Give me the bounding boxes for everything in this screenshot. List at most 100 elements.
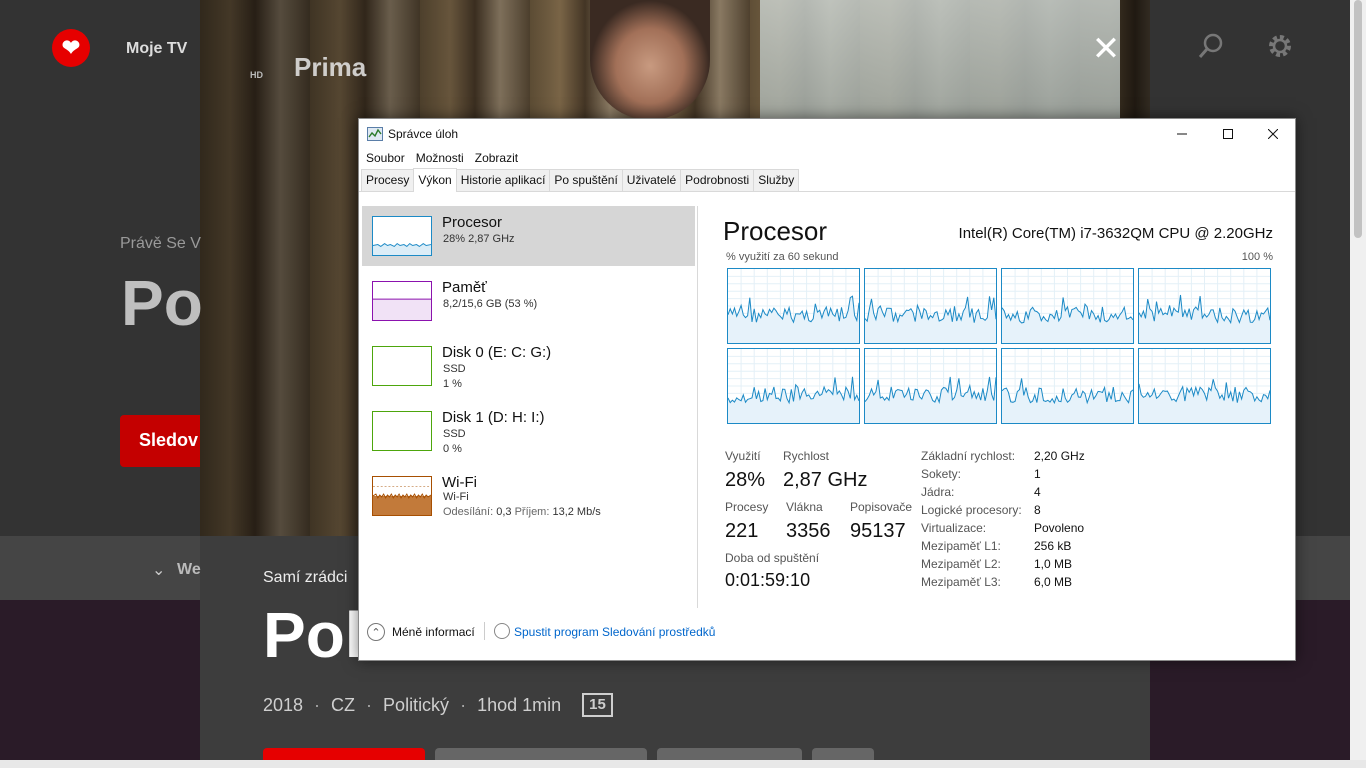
- tab-bar: Procesy Výkon Historie aplikací Po spušt…: [359, 168, 1295, 192]
- logical-cpu-graph-6[interactable]: [1001, 348, 1134, 424]
- tab-app-history[interactable]: Historie aplikací: [455, 169, 551, 191]
- tab-processes[interactable]: Procesy: [361, 169, 415, 191]
- channel-hd-badge: HD: [250, 70, 263, 80]
- cpu-trace: [727, 349, 860, 423]
- page-scrollbar[interactable]: [1350, 0, 1366, 768]
- info-label: Logické procesory:: [921, 503, 1022, 517]
- tab-details[interactable]: Podrobnosti: [680, 169, 755, 191]
- tab-users[interactable]: Uživatelé: [621, 169, 682, 191]
- disk1-thumbnail-graph: [372, 411, 432, 451]
- wifi-send-label: Odesílání:: [443, 506, 494, 518]
- close-window-icon: [1268, 128, 1278, 139]
- sidebar-item-wifi[interactable]: Wi-Fi Wi-Fi Odesílání: 0,3 Příjem: 13,2 …: [362, 466, 695, 526]
- logical-cpu-graph-4[interactable]: [727, 348, 860, 424]
- sidebar-disk1-type: SSD: [443, 428, 466, 440]
- meta-country: CZ: [331, 694, 356, 715]
- logical-cpu-graph-3[interactable]: [1138, 268, 1271, 344]
- vodafone-logo-icon[interactable]: ❤: [52, 29, 90, 67]
- menu-file[interactable]: Soubor: [366, 151, 405, 165]
- gear-icon[interactable]: [1266, 32, 1294, 60]
- sidebar-item-memory[interactable]: Paměť 8,2/15,6 GB (53 %): [362, 271, 695, 331]
- info-label: Jádra:: [921, 485, 955, 499]
- horizontal-scrollbar[interactable]: [0, 760, 1366, 768]
- tab-services[interactable]: Služby: [753, 169, 800, 191]
- wifi-thumbnail-graph: [372, 476, 432, 516]
- utilization-value: 28%: [725, 469, 766, 491]
- logical-cpu-graph-2[interactable]: [1001, 268, 1134, 344]
- pane-divider[interactable]: [697, 206, 698, 608]
- processes-value: 221: [725, 520, 759, 542]
- sidebar-disk0-usage: 1 %: [443, 378, 462, 390]
- sidebar-memory-usage: 8,2/15,6 GB (53 %): [443, 298, 538, 310]
- chevron-up-icon[interactable]: ⌃: [367, 623, 385, 641]
- logical-cpu-graphs[interactable]: [727, 268, 1271, 424]
- sidebar-disk1-name: Disk 1 (D: H: I:): [442, 409, 545, 426]
- nav-title[interactable]: Moje TV: [126, 40, 187, 58]
- now-playing-label: Právě Se V: [120, 235, 201, 252]
- watch-button[interactable]: Sledov: [120, 415, 200, 467]
- chevron-down-icon[interactable]: ⌄: [152, 560, 165, 580]
- sidebar-item-disk1[interactable]: Disk 1 (D: H: I:) SSD 0 %: [362, 401, 695, 461]
- info-label: Mezipaměť L1:: [921, 539, 1001, 553]
- minimize-button[interactable]: [1159, 119, 1205, 148]
- close-button[interactable]: [1250, 119, 1296, 148]
- info-value: 6,0 MB: [1034, 575, 1073, 589]
- threads-value: 3356: [786, 520, 831, 542]
- info-value: Povoleno: [1034, 521, 1085, 535]
- cpu-trace: [1001, 269, 1134, 343]
- logical-cpu-graph-5[interactable]: [864, 348, 997, 424]
- cpu-trace: [727, 269, 860, 343]
- title-bar[interactable]: Správce úloh: [359, 119, 1295, 148]
- tab-startup[interactable]: Po spuštění: [549, 169, 623, 191]
- search-icon[interactable]: [1198, 33, 1224, 59]
- info-value: 1: [1034, 467, 1041, 481]
- cpu-model: Intel(R) Core(TM) i7-3632QM CPU @ 2.20GH…: [958, 225, 1273, 242]
- sidebar-wifi-name: Wi-Fi: [442, 474, 477, 491]
- channel-logo: Prima: [294, 52, 367, 82]
- cpu-trace: [1138, 349, 1271, 423]
- disk0-thumbnail-graph: [372, 346, 432, 386]
- logical-cpu-graph-0[interactable]: [727, 268, 860, 344]
- meta-dot: ·: [460, 694, 467, 715]
- footer: ⌃ Méně informací Spustit program Sledová…: [359, 612, 1295, 660]
- fewer-details-button[interactable]: Méně informací: [392, 625, 475, 639]
- info-value: 4: [1034, 485, 1041, 499]
- cpu-trace: [864, 349, 997, 423]
- cpu-trace: [1001, 349, 1134, 423]
- footer-divider: [484, 622, 485, 640]
- menu-options[interactable]: Možnosti: [416, 151, 464, 165]
- scrollbar-thumb[interactable]: [1354, 0, 1362, 238]
- cpu-thumbnail-graph: [372, 216, 432, 256]
- sidebar-cpu-name: Procesor: [442, 214, 503, 231]
- memory-thumbnail-graph: [372, 281, 432, 321]
- maximize-button[interactable]: [1205, 119, 1251, 148]
- info-label: Sokety:: [921, 467, 962, 481]
- sidebar-item-disk0[interactable]: Disk 0 (E: C: G:) SSD 1 %: [362, 336, 695, 396]
- handles-label: Popisovače: [850, 500, 913, 514]
- menu-view[interactable]: Zobrazit: [475, 151, 518, 165]
- info-label: Mezipaměť L3:: [921, 575, 1001, 589]
- sidebar-item-cpu[interactable]: Procesor 28% 2,87 GHz: [362, 206, 695, 266]
- logical-cpu-graph-7[interactable]: [1138, 348, 1271, 424]
- sidebar-cpu-usage: 28% 2,87 GHz: [443, 233, 515, 245]
- resource-monitor-link[interactable]: Spustit program Sledování prostředků: [514, 625, 715, 639]
- logical-cpu-graph-1[interactable]: [864, 268, 997, 344]
- uptime-label: Doba od spuštění: [725, 551, 820, 565]
- info-value: 1,0 MB: [1034, 557, 1073, 571]
- sidebar-wifi-type: Wi-Fi: [443, 491, 469, 503]
- resource-monitor-icon[interactable]: [494, 623, 510, 639]
- menu-bar: Soubor Možnosti Zobrazit: [359, 148, 1295, 168]
- handles-value: 95137: [850, 520, 906, 542]
- meta-dot: ·: [314, 694, 321, 715]
- uptime-value: 0:01:59:10: [725, 570, 811, 590]
- section-label[interactable]: We: [177, 561, 201, 579]
- show-title: Pol: [263, 599, 363, 671]
- task-manager-icon: [367, 126, 383, 141]
- close-icon[interactable]: ✕: [1090, 32, 1122, 66]
- tab-performance[interactable]: Výkon: [413, 168, 457, 192]
- wifi-recv-label: Příjem:: [514, 506, 550, 518]
- task-manager-window[interactable]: Správce úloh Soubor Možnosti Zobrazit Pr…: [358, 118, 1296, 661]
- resource-list: Procesor 28% 2,87 GHz Paměť 8,2/15,6 GB …: [362, 206, 695, 531]
- wifi-recv-value: 13,2 Mb/s: [552, 506, 601, 518]
- cpu-trace: [864, 269, 997, 343]
